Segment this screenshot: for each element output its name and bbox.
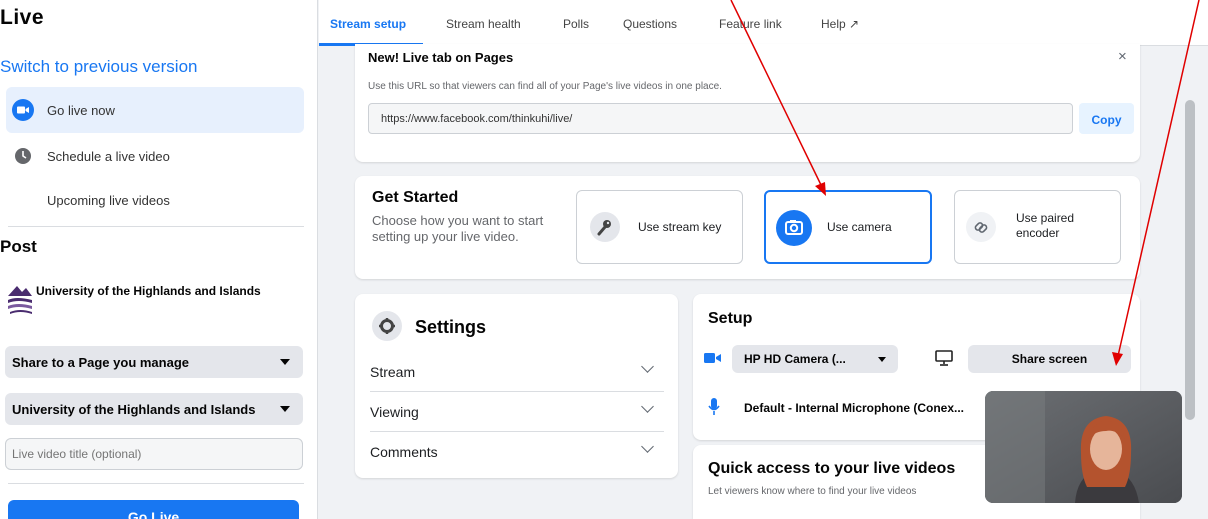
divider (8, 483, 304, 484)
sidebar-item-label: Upcoming live videos (47, 192, 170, 208)
settings-row-viewing[interactable]: Viewing (370, 392, 664, 432)
video-camera-icon (704, 351, 722, 370)
settings-row-comments[interactable]: Comments (370, 432, 664, 472)
chevron-down-icon (641, 440, 654, 453)
microphone-select-label: Default - Internal Microphone (Conex... (744, 401, 965, 415)
sidebar-title: Live (0, 6, 45, 29)
settings-title: Settings (415, 317, 487, 337)
new-live-tab-title: New! Live tab on Pages (368, 50, 514, 65)
settings-row-label: Stream (370, 364, 416, 380)
link-icon (966, 212, 996, 247)
sidebar-item-schedule[interactable]: Schedule a live video (6, 133, 304, 179)
share-screen-button[interactable]: Share screen (968, 345, 1131, 373)
sidebar-item-label: Schedule a live video (47, 148, 170, 164)
clock-icon (11, 144, 35, 168)
live-video-title-input[interactable] (5, 438, 303, 470)
share-to-dropdown-label: Share to a Page you manage (12, 354, 190, 370)
monitor-icon (935, 350, 953, 371)
settings-row-label: Comments (370, 444, 438, 460)
page-select-dropdown-label: University of the Highlands and Islands (12, 401, 256, 417)
key-icon (590, 212, 620, 247)
video-camera-icon (11, 98, 35, 122)
webcam-preview (985, 391, 1182, 503)
sidebar-item-go-live-now[interactable]: Go live now (6, 87, 304, 133)
get-started-description: Choose how you want to start setting up … (372, 213, 544, 244)
use-stream-key-label: Use stream key (638, 220, 722, 234)
setup-title: Setup (708, 310, 753, 327)
tab-stream-setup[interactable]: Stream setup (330, 17, 406, 31)
camera-icon (776, 210, 812, 251)
organization-name: University of the Highlands and Islands (36, 284, 261, 298)
university-logo-icon (6, 282, 34, 321)
live-url-field[interactable]: https://www.facebook.com/thinkuhi/live/ (368, 103, 1073, 134)
camera-select[interactable]: HP HD Camera (... (732, 345, 898, 373)
quick-access-description: Let viewers know where to find your live… (708, 486, 917, 497)
copy-button[interactable]: Copy (1079, 103, 1134, 134)
new-live-tab-description: Use this URL so that viewers can find al… (368, 81, 722, 92)
settings-row-stream[interactable]: Stream (370, 352, 664, 392)
tab-polls[interactable]: Polls (563, 17, 589, 31)
caret-down-icon (878, 357, 886, 362)
sidebar-item-upcoming[interactable]: Upcoming live videos (6, 177, 304, 223)
use-paired-encoder-label: Use paired encoder (1016, 211, 1075, 240)
page-select-dropdown[interactable]: University of the Highlands and Islands (5, 393, 303, 425)
microphone-icon (708, 398, 720, 421)
use-camera-label: Use camera (827, 220, 892, 234)
microphone-select[interactable]: Default - Internal Microphone (Conex... (732, 394, 990, 422)
gear-icon (372, 311, 402, 346)
camera-select-label: HP HD Camera (... (744, 352, 846, 366)
caret-down-icon (280, 359, 290, 365)
tab-questions[interactable]: Questions (623, 17, 677, 31)
caret-down-icon (280, 406, 290, 412)
quick-access-title: Quick access to your live videos (708, 460, 956, 477)
chevron-down-icon (641, 400, 654, 413)
switch-version-link[interactable]: Switch to previous version (0, 57, 197, 77)
close-icon[interactable]: × (1118, 48, 1127, 65)
webcam-person-image (985, 391, 1182, 503)
sidebar-item-label: Go live now (47, 102, 115, 118)
tab-help[interactable]: Help ↗ (821, 17, 859, 31)
tab-feature-link[interactable]: Feature link (719, 17, 782, 31)
tab-stream-health[interactable]: Stream health (446, 17, 521, 31)
chevron-down-icon (641, 360, 654, 373)
go-live-button[interactable]: Go Live (8, 500, 299, 519)
share-to-dropdown[interactable]: Share to a Page you manage (5, 346, 303, 378)
settings-row-label: Viewing (370, 404, 419, 420)
scrollbar-thumb[interactable] (1185, 100, 1195, 420)
post-heading: Post (0, 237, 37, 256)
divider (8, 226, 304, 227)
get-started-title: Get Started (372, 189, 459, 206)
